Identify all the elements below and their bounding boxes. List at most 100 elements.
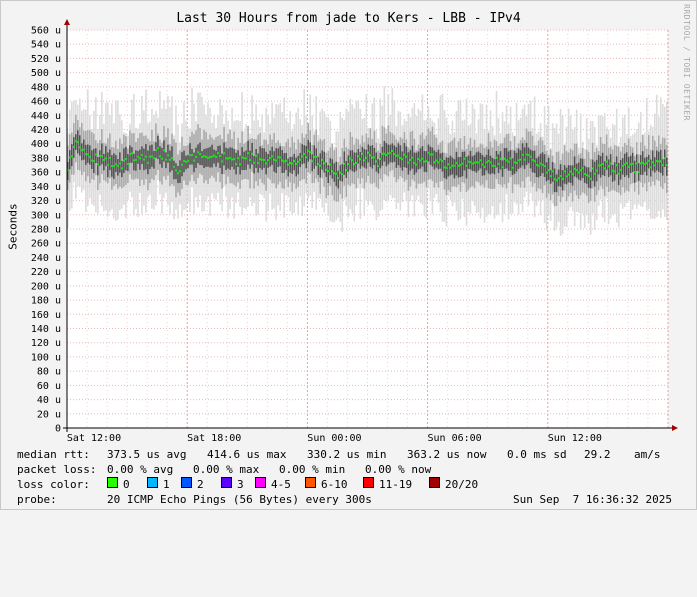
median-point [391, 149, 394, 152]
median-point [625, 162, 628, 165]
y-tick-label: 320 u [31, 196, 61, 207]
median-point [375, 160, 378, 163]
smoke-inner [465, 156, 468, 179]
median-point [353, 163, 356, 166]
y-tick-label: 380 u [31, 153, 61, 164]
x-tick-label: Sun 00:00 [307, 433, 361, 444]
smoke-inner [217, 146, 219, 163]
median-point [95, 153, 98, 156]
loss-color-item-label: 2 [197, 478, 204, 491]
median-point [219, 155, 222, 158]
median-point [489, 161, 492, 164]
median-point [349, 157, 352, 160]
packet-loss-now: 0.00 % now [365, 463, 432, 476]
x-axis-arrow-icon [672, 425, 678, 431]
y-tick-label: 360 u [31, 168, 61, 179]
loss-color-item-label: 3 [237, 478, 244, 491]
loss-color-swatch [147, 477, 158, 488]
loss-color-item-label: 11-19 [379, 478, 413, 491]
median-point [403, 153, 406, 156]
smoke-inner [311, 154, 314, 172]
median-point [351, 159, 354, 162]
smoke-inner [605, 155, 608, 170]
median-point [115, 163, 118, 166]
median-point [557, 177, 560, 180]
median-point [449, 166, 452, 169]
smoke-inner [241, 147, 243, 171]
median-point [627, 165, 630, 168]
median-point [457, 164, 460, 167]
median-point [645, 162, 648, 165]
median-point [191, 153, 194, 156]
smoke-inner [301, 144, 303, 165]
median-point [477, 161, 480, 164]
smoke-inner [477, 151, 480, 171]
median-point [471, 162, 474, 165]
median-point [357, 155, 360, 158]
median-point [599, 164, 602, 167]
median-point [291, 162, 294, 165]
median-point [653, 164, 656, 167]
median-point [447, 163, 450, 166]
median-point [423, 160, 426, 163]
median-point [405, 155, 408, 158]
smoke-inner [517, 148, 520, 169]
median-point [145, 155, 148, 158]
median-point [137, 155, 140, 158]
median-point [547, 169, 550, 172]
median-point [311, 160, 314, 163]
median-point [231, 158, 234, 161]
smoke-inner [259, 146, 261, 169]
smoke-inner [401, 151, 404, 171]
median-point [367, 151, 370, 154]
y-tick-label: 100 u [31, 352, 61, 363]
smoke-inner [127, 153, 129, 172]
smoke-inner [417, 151, 420, 170]
loss-color-swatch [429, 477, 440, 488]
smoke-inner [607, 159, 610, 178]
median-point [101, 155, 104, 158]
smoke-inner [349, 150, 352, 170]
median-point [463, 157, 466, 160]
median-point [117, 164, 120, 167]
median-point [267, 159, 270, 162]
smoke-inner [297, 155, 299, 175]
median-point [591, 167, 594, 170]
median-point [567, 173, 570, 176]
median-point [289, 162, 292, 165]
y-tick-label: 460 u [31, 97, 61, 108]
median-point [543, 165, 546, 168]
loss-color-item-label: 6-10 [321, 478, 348, 491]
median-point [619, 169, 622, 172]
median-point [229, 156, 232, 159]
median-point [587, 175, 590, 178]
median-point [371, 156, 374, 159]
y-tick-label: 200 u [31, 281, 61, 292]
packet-loss-label: packet loss: [17, 463, 97, 476]
median-point [635, 162, 638, 165]
median-point [383, 152, 386, 155]
smoke-inner [101, 143, 103, 165]
x-tick-label: Sun 12:00 [548, 433, 602, 444]
median-point [167, 154, 170, 157]
median-point [517, 159, 520, 162]
smoke-inner [133, 153, 135, 171]
loss-color-label: loss color: [17, 478, 90, 491]
median-point [75, 140, 78, 143]
smoke-inner [359, 151, 362, 169]
median-point [597, 164, 600, 167]
median-point [499, 157, 502, 160]
median-point [531, 158, 534, 161]
median-point [491, 164, 494, 167]
smoke-inner [167, 144, 169, 163]
median-point [631, 162, 634, 165]
smoke-inner [563, 165, 566, 184]
median-point [445, 166, 448, 169]
median-point [411, 156, 414, 159]
median-point [347, 163, 350, 166]
median-point [343, 162, 346, 165]
median-point [441, 160, 444, 163]
median-point [535, 163, 538, 166]
median-point [497, 162, 500, 165]
median-point [455, 162, 458, 165]
